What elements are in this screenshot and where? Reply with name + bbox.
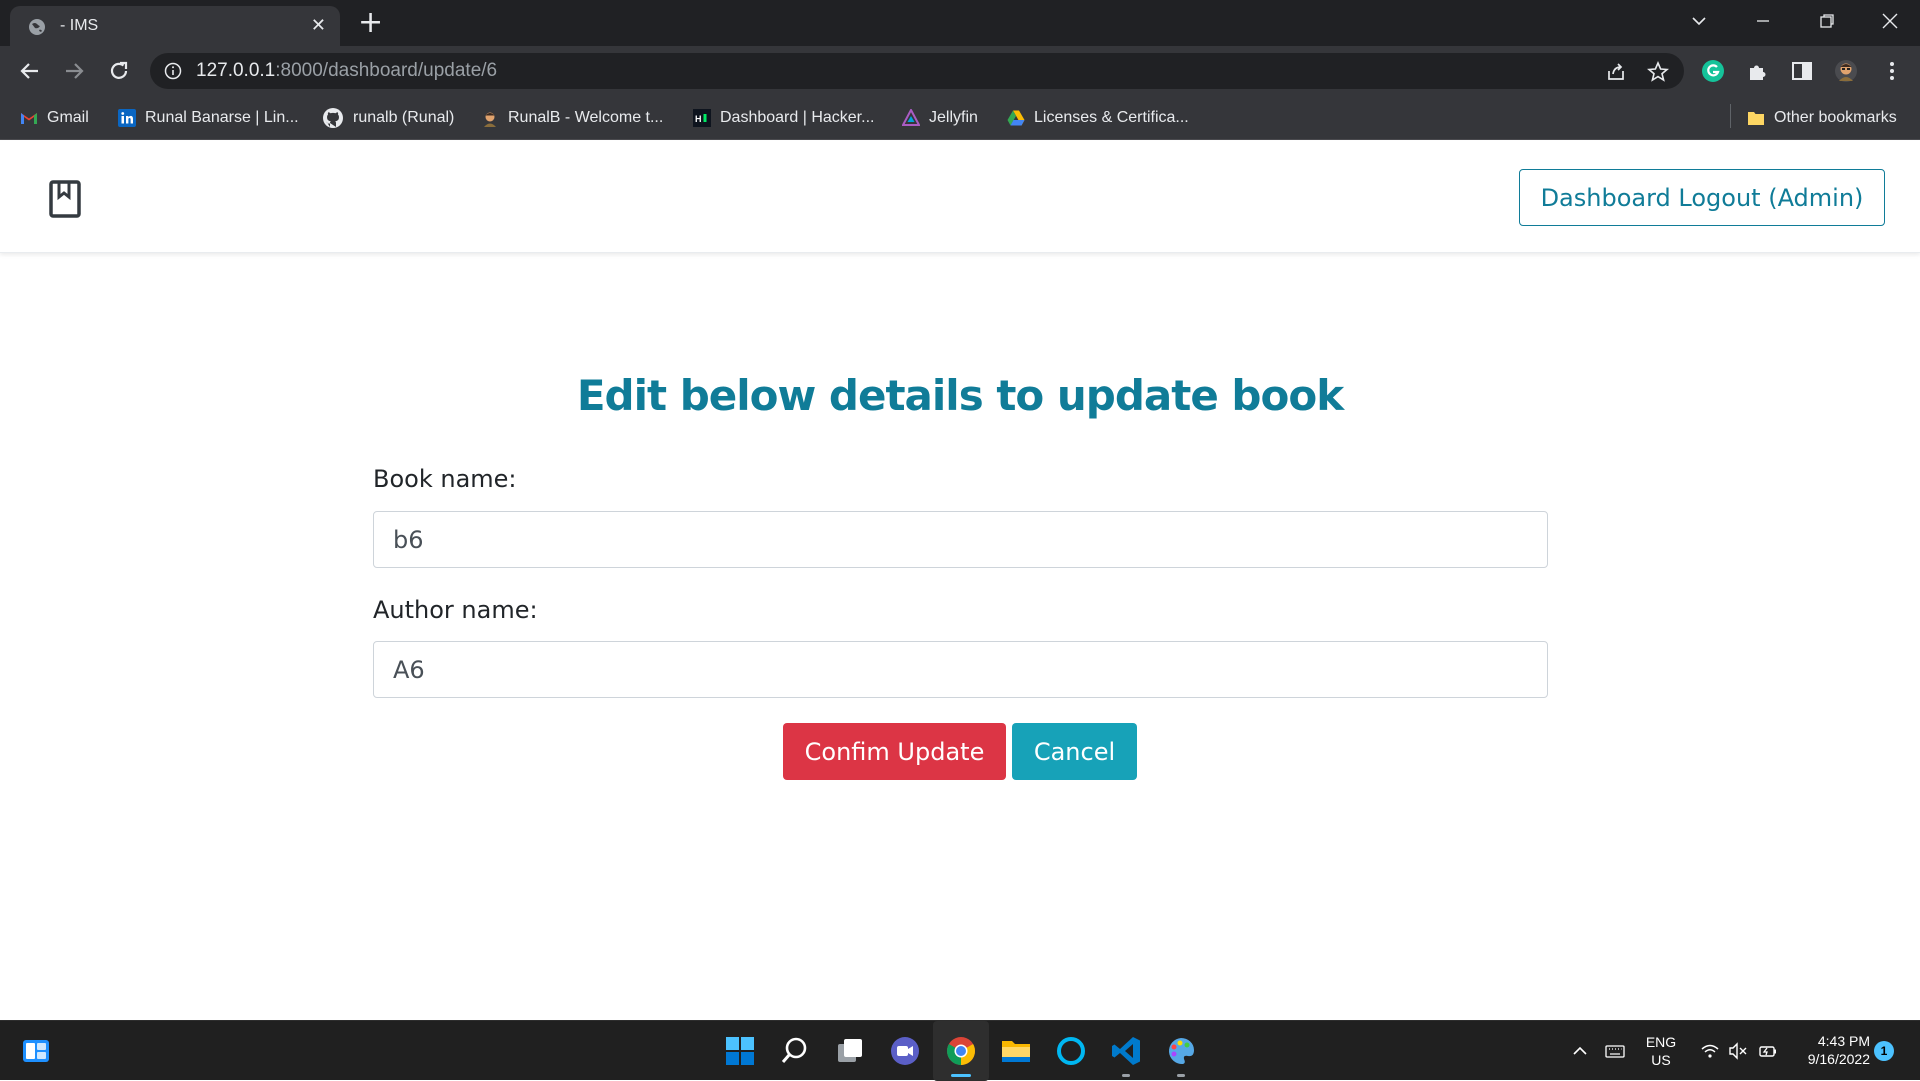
close-tab-icon[interactable]: ✕ [311,15,326,36]
site-navbar: Dashboard Logout (Admin) [0,141,1920,253]
url-text[interactable]: 127.0.0.1:8000/dashboard/update/6 [196,60,497,82]
bookmark-hackerrank[interactable]: H Dashboard | Hacker... [693,106,874,130]
paint-icon[interactable] [1165,1035,1197,1067]
language-indicator[interactable]: ENG US [1643,1033,1679,1069]
browser-tab-bar: - IMS ✕ + [0,0,1920,46]
author-name-input[interactable] [373,641,1548,698]
reload-icon[interactable] [106,58,132,84]
svg-text:H: H [695,114,702,124]
windows-taskbar: ENG US 4:43 PM 9/16/2022 1 [0,1020,1920,1081]
chrome-running-indicator [951,1074,971,1077]
bookmark-label: RunalB - Welcome t... [508,109,664,126]
notification-badge[interactable]: 1 [1874,1041,1894,1061]
task-view-icon[interactable] [834,1035,866,1067]
paint-running-indicator [1177,1074,1185,1077]
linkedin-icon [118,109,136,127]
book-name-label: Book name: [373,465,517,493]
bookmark-star-icon[interactable] [1647,61,1669,83]
vscode-icon[interactable] [1110,1035,1142,1067]
clock-time: 4:43 PM [1817,1033,1870,1049]
bookmark-label: runalb (Runal) [353,109,455,126]
chrome-icon[interactable] [945,1035,977,1067]
cortana-icon[interactable] [1055,1035,1087,1067]
bookmark-label: Licenses & Certifica... [1034,109,1189,126]
clock-date: 9/16/2022 [1807,1051,1870,1067]
bookmark-label: Dashboard | Hacker... [720,109,875,126]
avatar-icon [484,112,496,127]
hackerrank-icon: H [693,109,711,127]
bookmark-runalb[interactable]: RunalB - Welcome t... [481,106,663,130]
google-drive-icon [1007,110,1025,126]
search-icon[interactable] [779,1035,811,1067]
cancel-button[interactable]: Cancel [1012,723,1137,780]
jellyfin-icon [902,109,920,126]
gmail-icon [21,113,37,124]
back-icon[interactable] [17,58,43,84]
bookmark-gmail[interactable]: Gmail [20,106,89,130]
volume-muted-icon[interactable] [1728,1041,1748,1061]
widgets-icon[interactable] [20,1035,52,1067]
teams-chat-icon[interactable] [889,1035,921,1067]
other-bookmarks-folder[interactable]: Other bookmarks [1747,106,1897,130]
tab-search-icon[interactable] [1690,12,1708,30]
book-icon[interactable] [48,179,82,219]
confirm-update-button[interactable]: Confim Update [783,723,1006,780]
info-icon[interactable] [164,62,182,80]
bookmarks-bar: Gmail Runal Banarse | Lin... runalb (Run… [0,96,1920,140]
extensions-puzzle-icon[interactable] [1746,59,1770,83]
bookmark-linkedin[interactable]: Runal Banarse | Lin... [118,106,299,130]
profile-avatar-icon[interactable] [1834,59,1858,83]
address-bar[interactable]: 127.0.0.1:8000/dashboard/update/6 [150,53,1684,89]
side-panel-icon[interactable] [1790,59,1814,83]
folder-icon [1748,112,1764,125]
url-path: :8000/dashboard/update/6 [275,60,498,81]
share-icon[interactable] [1605,61,1627,83]
github-icon [323,108,343,128]
bookmark-label: Runal Banarse | Lin... [145,109,299,126]
other-bookmarks-label: Other bookmarks [1774,109,1897,126]
bookmark-jellyfin[interactable]: Jellyfin [902,106,978,130]
forward-icon[interactable] [61,58,87,84]
bookmark-licenses[interactable]: Licenses & Certifica... [1007,106,1189,130]
tab-title: - IMS [60,17,99,34]
bookmarks-separator [1730,104,1731,128]
keyboard-icon[interactable] [1605,1041,1625,1061]
bookmark-label: Jellyfin [929,109,978,126]
windows-start-icon[interactable] [724,1035,756,1067]
globe-icon [29,19,45,35]
web-page: Dashboard Logout (Admin) Edit below deta… [0,141,1920,1020]
battery-icon[interactable] [1758,1041,1778,1061]
page-title: Edit below details to update book [576,371,1344,420]
browser-toolbar: 127.0.0.1:8000/dashboard/update/6 [0,46,1920,96]
wifi-icon[interactable] [1700,1041,1720,1061]
file-explorer-icon[interactable] [1000,1035,1032,1067]
keyboard-layout: US [1651,1052,1671,1068]
book-name-input[interactable] [373,511,1548,568]
bookmark-label: Gmail [47,109,89,126]
new-tab-icon[interactable]: + [358,6,383,40]
minimize-icon[interactable] [1754,12,1772,30]
language-code: ENG [1645,1034,1677,1050]
bookmark-github[interactable]: runalb (Runal) [322,106,454,130]
clock[interactable]: 4:43 PM 9/16/2022 [1790,1032,1870,1068]
dashboard-logout-button[interactable]: Dashboard Logout (Admin) [1519,169,1885,226]
chrome-menu-icon[interactable] [1880,59,1904,83]
author-name-label: Author name: [373,596,538,624]
browser-tab[interactable]: - IMS ✕ [10,6,340,46]
grammarly-icon[interactable] [1701,59,1725,83]
url-host: 127.0.0.1 [196,60,276,81]
window-close-icon[interactable] [1880,11,1900,31]
notification-count: 1 [1880,1044,1888,1058]
restore-icon[interactable] [1818,12,1836,30]
vscode-running-indicator [1122,1074,1130,1077]
show-hidden-icons-icon[interactable] [1570,1041,1590,1061]
